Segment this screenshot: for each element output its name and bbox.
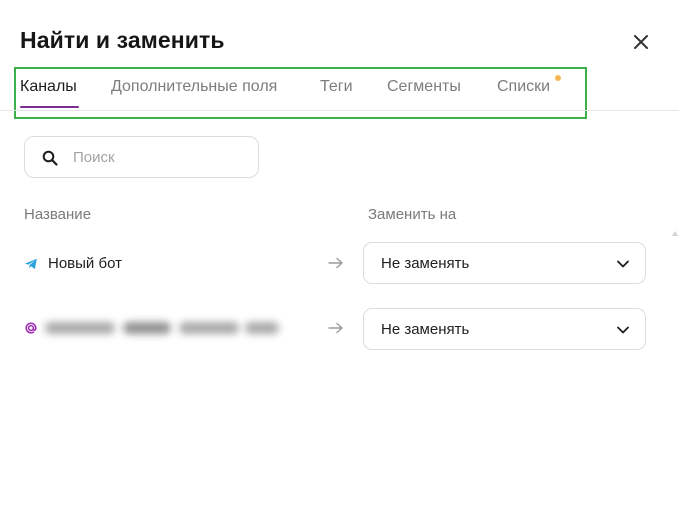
arrow-right-icon xyxy=(328,322,343,334)
chevron-down-icon xyxy=(617,326,629,334)
replace-select[interactable]: Не заменять xyxy=(363,242,646,284)
tabs-divider xyxy=(0,110,679,111)
search-icon xyxy=(42,150,58,166)
search-box xyxy=(24,136,259,178)
column-header-replace: Заменить на xyxy=(368,206,457,223)
tab-lists[interactable]: Списки xyxy=(497,78,550,96)
chevron-down-icon xyxy=(617,260,629,268)
replace-select[interactable]: Не заменять xyxy=(363,308,646,350)
telegram-icon xyxy=(25,258,37,269)
tab-additional-fields[interactable]: Дополнительные поля xyxy=(111,78,277,96)
scrollbar-up-arrow[interactable] xyxy=(672,231,678,236)
tab-lists-indicator-dot xyxy=(555,75,561,81)
active-tab-underline xyxy=(20,106,79,108)
arrow-right-icon xyxy=(328,257,343,269)
search-input[interactable] xyxy=(73,137,253,177)
replace-select-value: Не заменять xyxy=(381,255,470,272)
tab-segments[interactable]: Сегменты xyxy=(387,78,461,96)
tab-tags[interactable]: Теги xyxy=(320,78,353,96)
tab-channels[interactable]: Каналы xyxy=(20,78,77,96)
close-icon[interactable] xyxy=(629,30,653,54)
dialog-title: Найти и заменить xyxy=(20,27,225,53)
at-sign-icon xyxy=(25,322,37,334)
row-name: Новый бот xyxy=(48,255,122,272)
replace-select-value: Не заменять xyxy=(381,321,470,338)
column-header-name: Название xyxy=(24,206,92,223)
